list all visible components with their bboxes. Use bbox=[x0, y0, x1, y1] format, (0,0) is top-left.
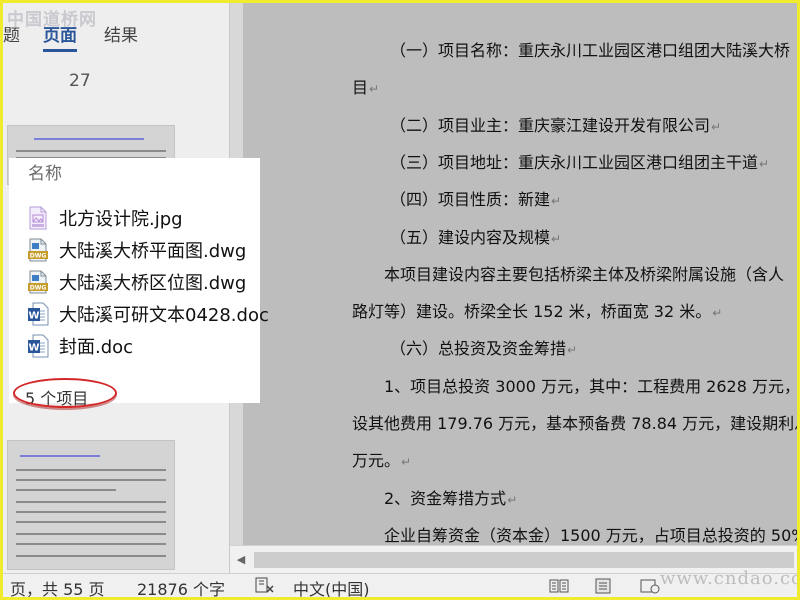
thumbnail-text-line bbox=[16, 555, 166, 557]
doc-line: 路灯等）建设。桥梁全长 152 米，桥面宽 32 米。↵ bbox=[352, 302, 723, 321]
scrollbar-thumb[interactable] bbox=[254, 552, 794, 568]
thumbnail-text-line bbox=[16, 479, 166, 481]
doc-line: （六）总投资及资金筹措↵ bbox=[390, 339, 578, 358]
thumbnail-text-line bbox=[16, 489, 116, 491]
thumbnail-text-line bbox=[16, 501, 166, 503]
file-name: 大陆溪可研文本0428.doc bbox=[59, 305, 269, 326]
language-status[interactable]: 中文(中国) bbox=[293, 576, 370, 600]
page-thumbnail[interactable] bbox=[7, 440, 175, 570]
name-column-header[interactable]: 名称 bbox=[28, 159, 62, 184]
page-count-status[interactable]: 页，共 55 页 bbox=[10, 576, 105, 600]
file-item[interactable]: DWG 大陆溪大桥区位图.dwg bbox=[27, 266, 267, 298]
page-number-label: 27 bbox=[69, 71, 91, 91]
file-list: 北方设计院.jpg DWG 大陆溪大桥平面图.dwg DWG 大陆溪大桥区位图.… bbox=[27, 202, 269, 362]
word-doc-icon: W bbox=[28, 302, 49, 326]
jpg-image-icon bbox=[29, 206, 47, 230]
svg-text:W: W bbox=[28, 343, 39, 354]
file-item[interactable]: W 封面.doc bbox=[27, 330, 267, 362]
file-item[interactable]: 北方设计院.jpg bbox=[27, 202, 267, 234]
doc-line: 1、项目总投资 3000 万元，其中：工程费用 2628 万元， bbox=[384, 377, 797, 396]
thumbnail-text-line bbox=[16, 543, 166, 545]
doc-line: 本项目建设内容主要包括桥梁主体及桥梁附属设施（含人 bbox=[384, 265, 785, 284]
thumbnail-heading-line bbox=[20, 455, 100, 457]
file-list-popup: 名称 北方设计院.jpg DWG 大陆溪大桥平面图.dwg DWG 大陆溪大桥区… bbox=[9, 158, 269, 408]
doc-line: 目↵ bbox=[352, 78, 380, 97]
file-name: 大陆溪大桥平面图.dwg bbox=[59, 241, 247, 262]
watermark-top: 中国道桥网 bbox=[7, 10, 97, 30]
file-name: 封面.doc bbox=[59, 337, 134, 358]
doc-line: （四）项目性质：新建↵ bbox=[390, 190, 562, 209]
thumbnail-text-line bbox=[16, 533, 166, 535]
doc-line: 2、资金筹措方式↵ bbox=[384, 489, 518, 508]
file-item[interactable]: W 大陆溪可研文本0428.doc bbox=[27, 298, 269, 330]
thumbnail-text-line bbox=[16, 150, 166, 152]
thumbnail-heading-line bbox=[34, 138, 144, 140]
svg-text:W: W bbox=[28, 311, 39, 322]
dwg-file-icon: DWG bbox=[28, 270, 48, 294]
file-name: 大陆溪大桥区位图.dwg bbox=[59, 273, 247, 294]
svg-text:DWG: DWG bbox=[30, 253, 47, 260]
item-count-label: 5 个项目 bbox=[25, 389, 89, 408]
svg-text:DWG: DWG bbox=[30, 285, 47, 292]
thumbnail-text-line bbox=[16, 511, 166, 513]
doc-line: （五）建设内容及规模↵ bbox=[390, 228, 562, 247]
print-layout-icon[interactable] bbox=[593, 578, 613, 594]
doc-line: （二）项目业主：重庆豪江建设开发有限公司↵ bbox=[390, 116, 722, 135]
thumbnail-text-line bbox=[16, 469, 166, 471]
web-layout-icon[interactable] bbox=[640, 578, 660, 594]
read-mode-icon[interactable] bbox=[549, 578, 569, 594]
doc-line: 万元。↵ bbox=[352, 451, 412, 470]
doc-line: （三）项目地址：重庆永川工业园区港口组团主干道↵ bbox=[390, 153, 770, 172]
doc-line: 设其他费用 179.76 万元，基本预备费 78.84 万元，建设期利息 bbox=[352, 414, 797, 433]
proofing-book-icon[interactable] bbox=[255, 577, 275, 594]
doc-line: （一）项目名称：重庆永川工业园区港口组团大陆溪大桥 bbox=[390, 41, 791, 60]
watermark-bottom: www.cndao.com bbox=[660, 568, 800, 589]
file-item[interactable]: DWG 大陆溪大桥平面图.dwg bbox=[27, 234, 267, 266]
tab-results[interactable]: 结果 bbox=[104, 21, 138, 46]
doc-line: 企业自筹资金（资本金）1500 万元，占项目总投资的 50% bbox=[384, 526, 797, 545]
word-count-status[interactable]: 21876 个字 bbox=[137, 576, 225, 600]
file-name: 北方设计院.jpg bbox=[59, 209, 183, 230]
thumbnail-text-line bbox=[16, 521, 166, 523]
word-doc-icon: W bbox=[28, 334, 49, 358]
scroll-left-arrow-icon[interactable]: ◀ bbox=[230, 546, 252, 573]
dwg-file-icon: DWG bbox=[28, 238, 48, 262]
document-page[interactable]: （一）项目名称：重庆永川工业园区港口组团大陆溪大桥 目↵ （二）项目业主：重庆豪… bbox=[243, 3, 797, 545]
